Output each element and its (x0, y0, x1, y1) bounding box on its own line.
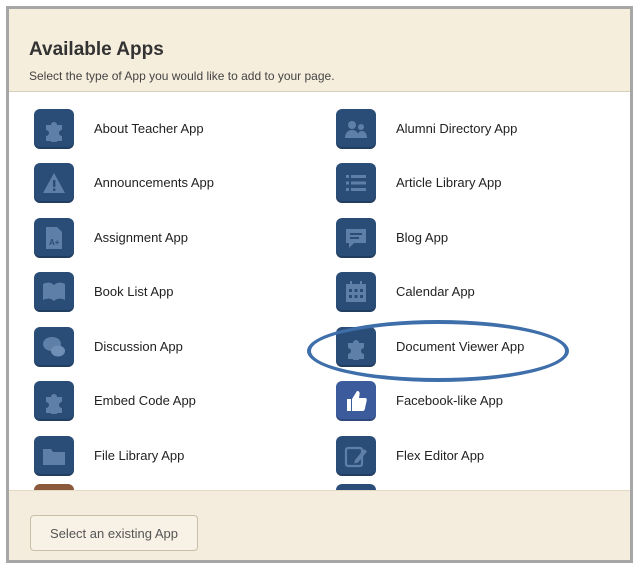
app-item-label: Discussion App (94, 339, 183, 354)
available-apps-dialog: Available Apps Select the type of App yo… (6, 6, 633, 563)
app-item-label: Alumni Directory App (396, 121, 518, 136)
app-item-label: Blog App (396, 230, 449, 245)
app-item-document-viewer[interactable]: Document Viewer App (336, 327, 616, 367)
app-item-article-library[interactable]: Article Library App (336, 163, 616, 203)
folder-icon (34, 436, 74, 476)
list-icon (336, 163, 376, 203)
app-item-label: Embed Code App (94, 393, 196, 408)
app-item-facebook-like[interactable]: Facebook-like App (336, 381, 616, 421)
chat-bubbles-icon (34, 327, 74, 367)
select-existing-app-button[interactable]: Select an existing App (30, 515, 198, 551)
app-item-assignment[interactable]: A+ Assignment App (34, 218, 314, 258)
app-item-discussion[interactable]: Discussion App (34, 327, 314, 367)
warning-icon (34, 163, 74, 203)
app-item-flex-editor[interactable]: Flex Editor App (336, 436, 616, 476)
thumbs-up-icon (336, 381, 376, 421)
app-item-calendar[interactable]: Calendar App (336, 272, 616, 312)
svg-text:A+: A+ (49, 238, 60, 247)
app-item-file-library[interactable]: File Library App (34, 436, 314, 476)
app-item-label: Document Viewer App (396, 339, 525, 354)
app-item-label: Article Library App (396, 175, 502, 190)
app-item-alumni-directory[interactable]: Alumni Directory App (336, 109, 616, 149)
app-item-label: Assignment App (94, 230, 188, 245)
people-icon (336, 109, 376, 149)
calendar-icon (336, 272, 376, 312)
app-item-label: Calendar App (396, 284, 475, 299)
app-item-blog[interactable]: Blog App (336, 218, 616, 258)
puzzle-icon (34, 109, 74, 149)
app-item-label: About Teacher App (94, 121, 204, 136)
speech-bubble-icon (336, 218, 376, 258)
app-item-label: Flex Editor App (396, 448, 485, 463)
app-item-announcements[interactable]: Announcements App (34, 163, 314, 203)
book-icon (34, 272, 74, 312)
app-item-book-list[interactable]: Book List App (34, 272, 314, 312)
edit-icon (336, 436, 376, 476)
app-item-label: Announcements App (94, 175, 214, 190)
dialog-footer: Select an existing App (9, 490, 630, 560)
grade-document-icon: A+ (34, 218, 74, 258)
app-item-about-teacher[interactable]: About Teacher App (34, 109, 314, 149)
app-list: About Teacher App Alumni Directory App A… (9, 92, 630, 490)
dialog-title: Available Apps (29, 39, 164, 60)
puzzle-icon (336, 327, 376, 367)
app-item-embed-code[interactable]: Embed Code App (34, 381, 314, 421)
dialog-subtitle: Select the type of App you would like to… (29, 69, 335, 83)
dialog-header: Available Apps Select the type of App yo… (9, 9, 630, 92)
app-item-label: File Library App (94, 448, 185, 463)
app-item-label: Facebook-like App (396, 393, 503, 408)
app-item-label: Book List App (94, 284, 174, 299)
puzzle-icon (34, 381, 74, 421)
